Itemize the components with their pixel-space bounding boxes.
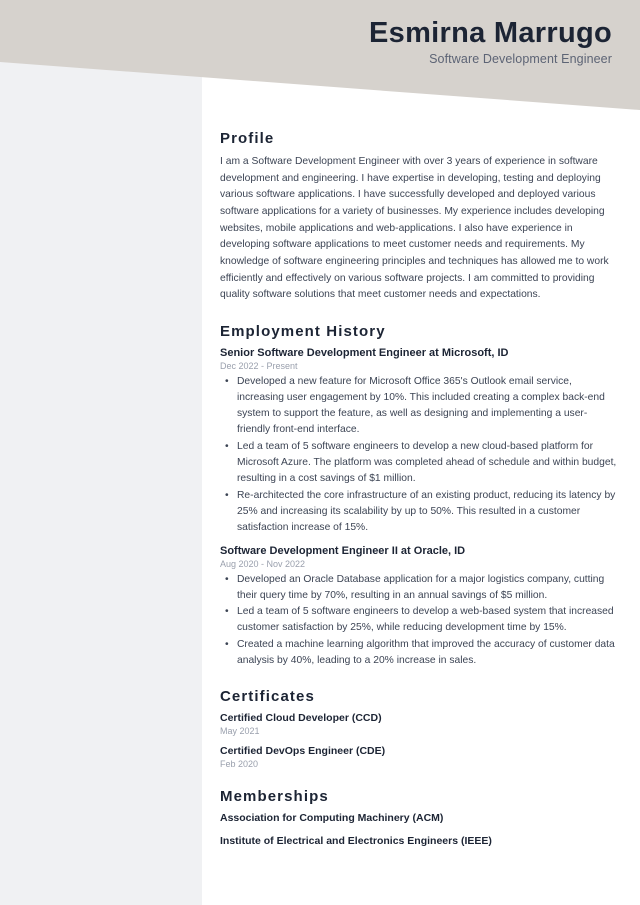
membership-item: Institute of Electrical and Electronics … — [220, 835, 492, 848]
job-bullet: Created a machine learning algorithm tha… — [225, 637, 618, 669]
job-title: Software Development Engineer II at Orac… — [220, 544, 466, 557]
certificates-list: Certified Cloud Developer (CCD) May 2021 C… — [220, 712, 618, 769]
certificate-date: Feb 2020 — [220, 759, 259, 770]
employment-heading: Employment History — [220, 323, 386, 341]
certificate-item: Certified DevOps Engineer (CDE) Feb 2020 — [220, 745, 618, 769]
candidate-job-title: Software Development Engineer — [429, 51, 612, 66]
memberships-list: Association for Computing Machinery (ACM… — [220, 812, 618, 847]
main-column: Profile I am a Software Development Engi… — [220, 130, 618, 866]
resume-document: Esmirna Marrugo Software Development Eng… — [0, 0, 640, 905]
job-dates: Dec 2022 - Present — [220, 361, 298, 372]
certificate-name: Certified Cloud Developer (CCD) — [220, 712, 382, 725]
profile-text: I am a Software Development Engineer wit… — [220, 156, 609, 301]
header-text-block: Esmirna Marrugo Software Development Eng… — [369, 17, 612, 66]
profile-heading: Profile — [220, 130, 275, 147]
job-bullet: Re-architected the core infrastructure o… — [225, 488, 618, 536]
section-employment-history: Employment History Senior Software Devel… — [220, 323, 618, 669]
certificate-item: Certified Cloud Developer (CCD) May 2021 — [220, 712, 618, 736]
certificate-date: May 2021 — [220, 726, 260, 737]
section-certificates: Certificates Certified Cloud Developer (… — [220, 688, 618, 769]
section-memberships: Memberships Association for Computing Ma… — [220, 788, 618, 847]
memberships-heading: Memberships — [220, 788, 329, 806]
certificates-heading: Certificates — [220, 688, 315, 706]
job-dates: Aug 2020 - Nov 2022 — [220, 558, 306, 569]
job-bullet-list: Developed an Oracle Database application… — [220, 572, 618, 670]
job-bullet: Developed an Oracle Database application… — [225, 572, 618, 604]
job-bullet: Developed a new feature for Microsoft Of… — [225, 374, 618, 438]
jobs-list: Senior Software Development Engineer at … — [220, 347, 618, 669]
job-bullet: Led a team of 5 software engineers to de… — [225, 439, 618, 487]
certificate-name: Certified DevOps Engineer (CDE) — [220, 745, 386, 758]
job-bullet: Led a team of 5 software engineers to de… — [225, 604, 618, 636]
section-profile: Profile I am a Software Development Engi… — [220, 130, 618, 304]
candidate-name: Esmirna Marrugo — [369, 17, 612, 49]
membership-item: Association for Computing Machinery (ACM… — [220, 812, 444, 825]
sidebar — [0, 0, 202, 905]
job-title: Senior Software Development Engineer at … — [220, 347, 509, 360]
job-bullet-list: Developed a new feature for Microsoft Of… — [220, 374, 618, 536]
